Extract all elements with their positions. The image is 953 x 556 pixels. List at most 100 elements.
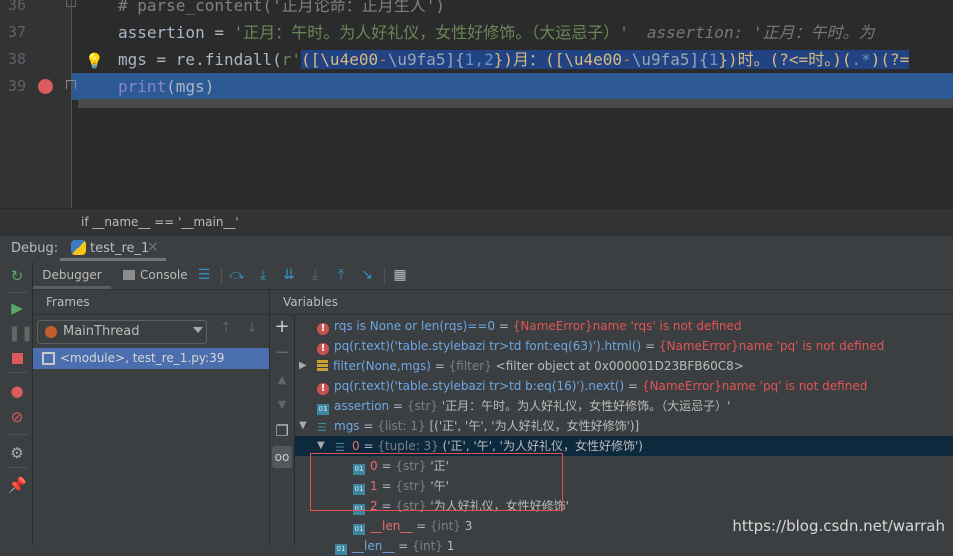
step-into-icon[interactable]: ⤓ — [255, 267, 271, 283]
code-line-39-content[interactable]: 39 print(mgs) — [0, 73, 953, 100]
variable-value: '正月：午时。为人好礼仪，女性好修饰。（大运忌子）' — [438, 399, 731, 413]
view-breakpoints-icon[interactable]: ● — [8, 382, 26, 400]
variable-row[interactable]: ! rqs is None or len(rqs)==0 = {NameError… — [295, 316, 953, 336]
run-to-cursor-icon[interactable]: ↘ — [359, 267, 375, 283]
fold-marker-icon[interactable] — [66, 0, 76, 7]
line-number: 38 — [8, 50, 27, 68]
debugger-toolbar: Debugger Console ☰ ⤼ ⤓ ⇊ ⤓ ⤒ ↘ ▦ — [33, 262, 953, 290]
error-icon: ! — [317, 383, 329, 395]
regex-part: - — [622, 50, 632, 69]
collapse-triangle-icon[interactable]: ▼ — [299, 416, 307, 436]
horizontal-scrollbar[interactable] — [78, 99, 953, 108]
variable-row[interactable]: ▼ ☰ mgs = {list: 1} [('正', '午', '为人好礼仪，女性… — [295, 416, 953, 436]
variable-row[interactable]: ! pq(r.text)('table.stylebazi tr>td font:… — [295, 336, 953, 356]
stop-icon[interactable] — [8, 350, 26, 368]
debug-session-tab[interactable]: test_re_1 × — [60, 236, 166, 261]
variable-row[interactable]: 01 assertion = {str} '正月：午时。为人好礼仪，女性好修饰。（… — [295, 396, 953, 416]
variable-name: pq(r.text)('table.stylebazi tr>td font:e… — [334, 339, 642, 353]
int-var-icon: 01 — [353, 524, 365, 535]
watermark-url: https://blog.csdn.net/warrah — [732, 517, 945, 535]
code-line-36[interactable]: 36 # parse_content('正月论命：正月生人') — [0, 0, 953, 19]
regex-part: ([\u4e00 — [301, 50, 379, 69]
equals-sign: = — [624, 379, 642, 393]
variable-type: {tuple: 3} — [377, 439, 439, 453]
annotation-highlight-box — [310, 453, 563, 511]
pause-icon[interactable]: ❚❚ — [8, 324, 33, 342]
arrow-down-icon[interactable]: ↓ — [246, 320, 258, 336]
step-over-icon[interactable]: ⤼ — [229, 267, 245, 283]
code-string: '正月：午时。为人好礼仪，女性好修饰。（大运忌子）' — [233, 23, 629, 42]
variable-name: rqs is None or len(rqs)==0 — [334, 319, 496, 333]
debug-tool-window-header: Debug: test_re_1 × — [0, 235, 953, 263]
regex-part: \u9fa5]{ — [387, 50, 465, 69]
code-line-38[interactable]: 38 💡 mgs = re.findall(r'([\u4e00-\u9fa5]… — [0, 46, 953, 73]
resume-icon[interactable]: ▶ — [8, 299, 26, 317]
show-watches-glasses-icon[interactable]: oo — [272, 446, 292, 468]
debug-label: Debug: — [11, 241, 59, 256]
code-line-37[interactable]: 37 assertion = '正月：午时。为人好礼仪，女性好修饰。（大运忌子）… — [0, 19, 953, 46]
debug-side-toolbar: ↻ ▶ ❚❚ ● ⊘ ⚙ 📌 — [0, 262, 33, 545]
mute-breakpoints-icon[interactable]: ⊘ — [8, 408, 26, 426]
regex-part: - — [378, 50, 388, 69]
thread-dropdown[interactable]: MainThread — [37, 320, 207, 344]
equals-sign: = — [389, 399, 407, 413]
show-execution-point-icon[interactable]: ☰ — [196, 267, 212, 283]
code-editor[interactable]: 36 # parse_content('正月论命：正月生人') 37 asser… — [0, 0, 953, 208]
breadcrumb[interactable]: if __name__ == '__main__' — [81, 215, 239, 229]
variable-value: {NameError}name 'pq' is not defined — [658, 339, 885, 353]
equals-sign: = — [430, 359, 449, 373]
variable-name: mgs — [334, 419, 360, 433]
regex-part: )(?= — [870, 50, 910, 69]
variable-row[interactable]: ▶ filter(None,mgs) = {filter} <filter ob… — [295, 356, 953, 376]
step-into-my-code-icon[interactable]: ⇊ — [281, 267, 297, 283]
arrow-up-icon[interactable]: ↑ — [220, 320, 232, 336]
evaluate-expression-icon[interactable]: ▦ — [392, 267, 408, 283]
equals-sign: = — [394, 539, 413, 553]
pin-icon[interactable]: 📌 — [8, 476, 27, 494]
chevron-down-icon — [193, 327, 203, 333]
code-identifier: mgs = re.findall( — [118, 50, 282, 69]
line-number: 37 — [8, 23, 27, 41]
rerun-icon[interactable]: ↻ — [8, 267, 26, 285]
equals-sign: = — [641, 339, 659, 353]
variable-row[interactable]: ! pq(r.text)('table.stylebazi tr>td b:eq(… — [295, 376, 953, 396]
remove-watch-icon[interactable]: − — [274, 344, 290, 362]
variable-value: {NameError}name 'pq' is not defined — [641, 379, 868, 393]
variable-row[interactable]: 01 __len__ = {int} 1 — [295, 536, 953, 556]
toolbar-separator — [8, 372, 28, 373]
tab-console-label: Console — [140, 268, 188, 282]
code-comment: # parse_content('正月论命：正月生人') — [118, 0, 446, 15]
thread-label: MainThread — [63, 324, 140, 339]
settings-gear-icon[interactable]: ⚙ — [8, 444, 26, 462]
variable-value: 1 — [442, 539, 455, 553]
force-step-into-icon[interactable]: ⤓ — [307, 267, 323, 283]
frame-item[interactable]: <module>, test_re_1.py:39 — [33, 348, 269, 369]
step-out-icon[interactable]: ⤒ — [333, 267, 349, 283]
debug-tab-label: test_re_1 — [90, 241, 150, 256]
tab-debugger-label: Debugger — [42, 268, 102, 282]
regex-part: 1 — [708, 50, 719, 69]
move-down-icon[interactable]: ▼ — [274, 397, 290, 413]
variable-type: {filter} — [448, 359, 492, 373]
variable-value: ('正', '午', '为人好礼仪，女性好修饰') — [438, 439, 643, 453]
variable-type: {int} — [412, 539, 443, 553]
breakpoint-icon[interactable] — [38, 79, 53, 94]
list-var-icon: ☰ — [317, 421, 327, 434]
tab-debugger[interactable]: Debugger — [33, 262, 111, 289]
fold-end-icon[interactable] — [66, 80, 76, 89]
move-up-icon[interactable]: ▲ — [274, 372, 290, 388]
lightbulb-icon[interactable]: 💡 — [85, 48, 104, 75]
variable-type: {int} — [430, 519, 461, 533]
tab-console[interactable]: Console — [123, 262, 188, 289]
equals-sign: = — [412, 519, 431, 533]
copy-icon[interactable]: ❐ — [274, 423, 290, 439]
expand-triangle-icon[interactable]: ▶ — [299, 356, 307, 376]
variable-value: <filter object at 0x000001D23BFB60C8> — [491, 359, 744, 373]
code-identifier: assertion = — [118, 23, 234, 42]
variable-name: __len__ — [352, 539, 395, 553]
close-icon[interactable]: × — [147, 239, 159, 255]
add-watch-icon[interactable]: + — [274, 318, 290, 336]
toolbar-separator — [384, 267, 385, 285]
regex-part: })时。(?<=时。)( — [718, 50, 852, 69]
toolbar-separator — [8, 467, 28, 468]
